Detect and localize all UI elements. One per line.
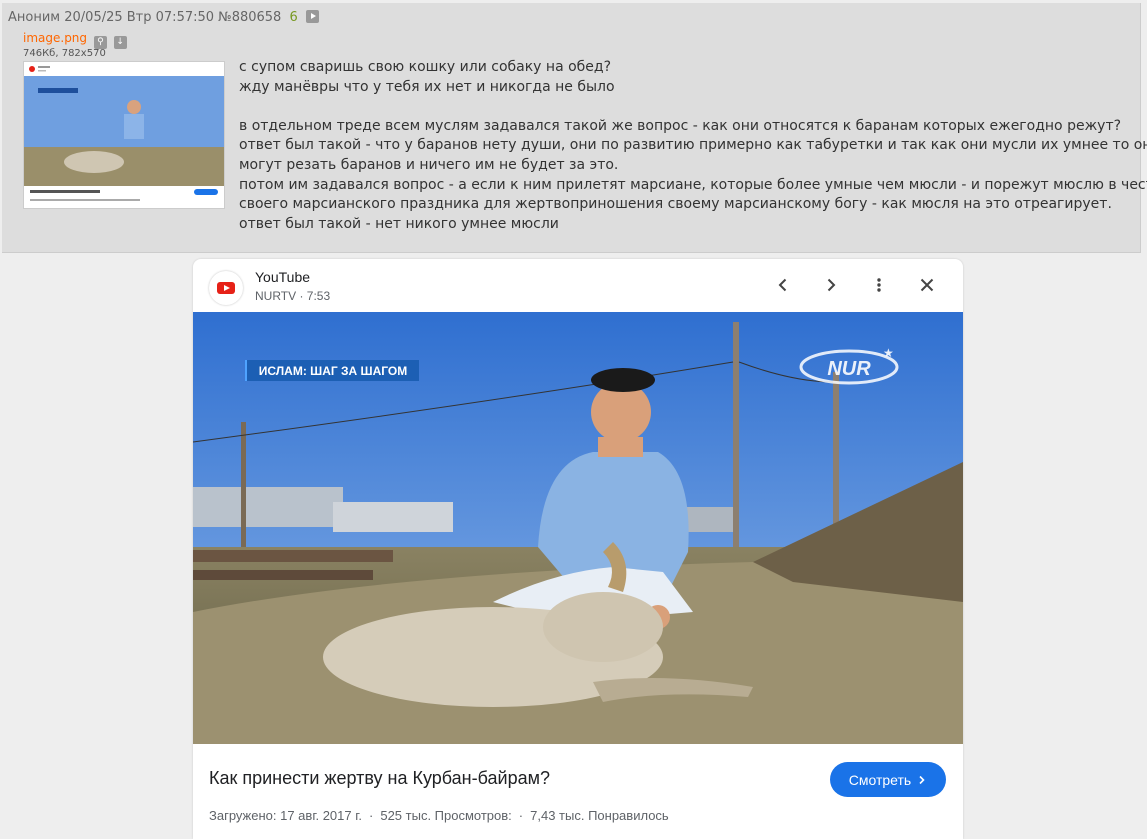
post-line: своего марсианского праздника для жертво…	[239, 196, 1112, 213]
chevron-left-icon[interactable]	[771, 273, 795, 297]
post-text: с супом сваришь свою кошку или собаку на…	[239, 58, 1147, 234]
post-line: с супом сваришь свою кошку или собаку на…	[239, 59, 612, 75]
post-line: в отдельном треде всем муслям задавался …	[239, 117, 1122, 134]
image-thumbnail[interactable]	[23, 61, 225, 209]
like-count: 7,43 тыс. Понравилось	[530, 808, 669, 823]
video-preview[interactable]: ИСЛАМ: ШАГ ЗА ШАГОМ NUR ★	[193, 312, 963, 744]
post-line: ответ был такой - нет никого умнее мюсли	[239, 215, 559, 232]
card-app-name: YouTube	[255, 269, 311, 285]
youtube-logo-icon	[209, 271, 243, 305]
post-line-blank	[239, 97, 1139, 117]
watch-button[interactable]: Смотреть	[830, 762, 946, 797]
download-icon[interactable]: ↓	[113, 36, 127, 49]
thumbnail-image	[24, 62, 224, 208]
file-info: image.png ⚲ ↓	[23, 31, 127, 49]
close-icon[interactable]	[915, 273, 939, 297]
more-vert-icon[interactable]	[867, 273, 891, 297]
file-link[interactable]: image.png	[23, 31, 87, 45]
post-author: Аноним	[8, 10, 61, 25]
youtube-card: YouTube NURTV · 7:53 ИСЛАМ: ШАГ ЗА ШАГОМ…	[193, 259, 963, 839]
video-frame: ИСЛАМ: ШАГ ЗА ШАГОМ NUR ★	[193, 312, 963, 744]
post-header: Аноним 20/05/25 Втр 07:57:50 №880658 6	[8, 10, 319, 25]
channel-logo-text: NUR	[827, 358, 871, 380]
post-datetime: 20/05/25 Втр 07:57:50	[64, 10, 215, 25]
video-stats: Загружено: 17 авг. 2017 г. · 525 тыс. Прос…	[209, 808, 669, 823]
view-count: 525 тыс. Просмотров:	[380, 808, 512, 823]
post-line: ответ был такой - что у баранов нету душ…	[239, 137, 1147, 154]
post-number[interactable]: №880658	[218, 10, 281, 25]
watch-button-label: Смотреть	[848, 771, 912, 788]
chevron-right-icon	[919, 775, 925, 784]
post-line: могут резать баранов и ничего им не буде…	[239, 156, 619, 173]
card-channel: NURTV · 7:53	[255, 289, 331, 303]
video-title[interactable]: Как принести жертву на Курбан-байрам?	[209, 768, 550, 789]
post: Аноним 20/05/25 Втр 07:57:50 №880658 6 i…	[2, 3, 1147, 253]
chevron-right-icon[interactable]	[819, 273, 843, 297]
video-overlay-caption: ИСЛАМ: ШАГ ЗА ШАГОМ	[259, 364, 407, 378]
play-icon[interactable]	[305, 10, 319, 23]
post-line: потом им задавался вопрос - а если к ним…	[239, 176, 1147, 193]
reply-count[interactable]: 6	[289, 10, 297, 25]
svg-text:★: ★	[883, 346, 894, 360]
card-toolbar	[771, 273, 939, 297]
file-meta: 746Кб, 782x570	[23, 48, 106, 59]
upload-date: Загружено: 17 авг. 2017 г.	[209, 808, 362, 823]
post-line: жду манёвры что у тебя их нет и никогда …	[239, 78, 615, 95]
